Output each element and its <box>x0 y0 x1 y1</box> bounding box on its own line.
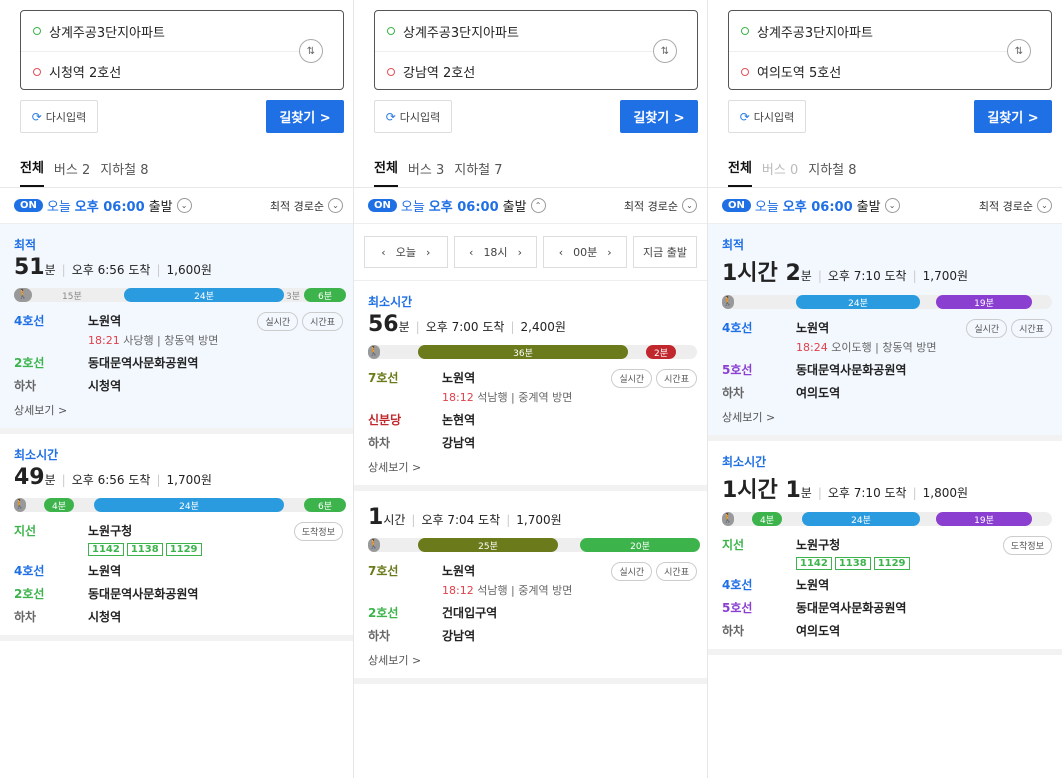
origin-dot-icon <box>33 27 41 35</box>
sort-dropdown[interactable]: 최적 경로순 ⌄ <box>624 198 697 214</box>
timetable-button[interactable]: 시간표 <box>656 369 697 388</box>
route-tabs: 전체 버스 3 지하철 7 <box>354 152 707 188</box>
origin-dot-icon <box>387 27 395 35</box>
tab-subway[interactable]: 지하철 8 <box>100 159 148 187</box>
panels: 상계주공3단지아파트 시청역 2호선 ⇅ ⟳ 다시입력 길찾기 > 전체 버스 2… <box>0 0 1062 778</box>
route-card[interactable]: 최소시간 56분 | 오후 7:00 도착 | 2,400원 🚶 36분 2분 7호선 노… <box>354 281 707 491</box>
destination-field[interactable]: 시청역 2호선 <box>21 51 299 91</box>
origin-dot-icon <box>741 27 749 35</box>
swap-icon[interactable]: ⇅ <box>1007 39 1031 63</box>
timetable-button[interactable]: 시간표 <box>1011 319 1052 338</box>
realtime-button[interactable]: 실시간 <box>611 562 653 581</box>
swap-icon[interactable]: ⇅ <box>653 39 677 63</box>
detail-link[interactable]: 상세보기 > <box>14 402 343 418</box>
tab-all[interactable]: 전체 <box>374 157 398 187</box>
minute-picker[interactable]: ‹ 00분 › <box>543 236 628 268</box>
departure-time-bar: ON 오늘 오후 06:00 출발 ⌃ 최적 경로순 ⌄ <box>354 188 707 224</box>
destination-field[interactable]: 강남역 2호선 <box>375 51 653 91</box>
route-panel-1: 상계주공3단지아파트 시청역 2호선 ⇅ ⟳ 다시입력 길찾기 > 전체 버스 2… <box>0 0 354 778</box>
search-button[interactable]: 길찾기 > <box>266 100 344 133</box>
chevron-down-icon: ⌄ <box>682 198 697 213</box>
tab-bus[interactable]: 버스 0 <box>762 159 798 187</box>
search-box: 상계주공3단지아파트 강남역 2호선 ⇅ <box>374 10 698 90</box>
search-button[interactable]: 길찾기 > <box>620 100 698 133</box>
destination-field[interactable]: 여의도역 5호선 <box>729 51 1007 91</box>
route-timeline: 🚶 25분 20분 <box>368 538 700 552</box>
sort-dropdown[interactable]: 최적 경로순 ⌄ <box>979 198 1052 214</box>
origin-field[interactable]: 상계주공3단지아파트 <box>375 11 697 51</box>
time-picker: ‹ 오늘 › ‹ 18시 › ‹ 00분 › 지금 출발 <box>354 224 707 281</box>
swap-icon[interactable]: ⇅ <box>299 39 323 63</box>
reset-button[interactable]: ⟳ 다시입력 <box>20 100 98 133</box>
tab-all[interactable]: 전체 <box>20 157 44 187</box>
route-card[interactable]: 최적 1시간 2분 | 오후 7:10 도착 | 1,700원 🚶 24분 19분 4호… <box>708 224 1062 441</box>
departure-time-bar: ON 오늘 오후 06:00 출발 ⌄ 최적 경로순 ⌄ <box>708 188 1062 224</box>
origin-field[interactable]: 상계주공3단지아파트 <box>21 11 343 51</box>
walk-icon: 🚶 <box>14 288 32 302</box>
route-card[interactable]: 최적 51분 | 오후 6:56 도착 | 1,600원 🚶 15분 24분 3분 6분… <box>0 224 353 434</box>
chevron-down-icon: ⌄ <box>328 198 343 213</box>
on-toggle[interactable]: ON <box>722 199 751 212</box>
tab-all[interactable]: 전체 <box>728 157 752 187</box>
day-picker[interactable]: ‹ 오늘 › <box>364 236 448 268</box>
search-area: 상계주공3단지아파트 강남역 2호선 ⇅ ⟳ 다시입력 길찾기 > <box>354 0 707 152</box>
detail-link[interactable]: 상세보기 > <box>722 409 1052 425</box>
route-card[interactable]: 최소시간 49분 | 오후 6:56 도착 | 1,700원 🚶 4분 24분 6분 지… <box>0 434 353 641</box>
reset-button[interactable]: ⟳ 다시입력 <box>374 100 452 133</box>
arrival-info-button[interactable]: 도착정보 <box>1002 536 1052 555</box>
route-timeline: 🚶 36분 2분 <box>368 345 697 359</box>
tab-bus[interactable]: 버스 3 <box>408 159 444 187</box>
refresh-icon: ⟳ <box>385 109 396 124</box>
route-timeline: 🚶 15분 24분 3분 6분 <box>14 288 346 302</box>
timetable-button[interactable]: 시간표 <box>656 562 697 581</box>
search-area: 상계주공3단지아파트 시청역 2호선 ⇅ ⟳ 다시입력 길찾기 > <box>0 0 353 152</box>
tab-subway[interactable]: 지하철 7 <box>454 159 502 187</box>
route-tabs: 전체 버스 2 지하철 8 <box>0 152 353 188</box>
route-panel-3: 상계주공3단지아파트 여의도역 5호선 ⇅ ⟳ 다시입력 길찾기 > 전체 버스 … <box>708 0 1062 778</box>
search-button[interactable]: 길찾기 > <box>974 100 1052 133</box>
hour-picker[interactable]: ‹ 18시 › <box>453 236 538 268</box>
route-panel-2: 상계주공3단지아파트 강남역 2호선 ⇅ ⟳ 다시입력 길찾기 > 전체 버스 3… <box>354 0 708 778</box>
tab-bus[interactable]: 버스 2 <box>54 159 90 187</box>
origin-field[interactable]: 상계주공3단지아파트 <box>729 11 1051 51</box>
route-timeline: 🚶 24분 19분 <box>722 295 1052 309</box>
chevron-down-icon[interactable]: ⌄ <box>884 198 900 213</box>
search-box: 상계주공3단지아파트 시청역 2호선 ⇅ <box>20 10 344 90</box>
route-card[interactable]: 최소시간 1시간 1분 | 오후 7:10 도착 | 1,800원 🚶 4분 24분 1… <box>708 441 1062 655</box>
chevron-down-icon: ⌄ <box>1037 198 1052 213</box>
realtime-button[interactable]: 실시간 <box>966 319 1008 338</box>
reset-button[interactable]: ⟳ 다시입력 <box>728 100 806 133</box>
search-area: 상계주공3단지아파트 여의도역 5호선 ⇅ ⟳ 다시입력 길찾기 > <box>708 0 1062 152</box>
on-toggle[interactable]: ON <box>14 199 43 212</box>
arrival-info-button[interactable]: 도착정보 <box>293 522 343 541</box>
route-timeline: 🚶 4분 24분 19분 <box>722 512 1052 526</box>
tab-subway[interactable]: 지하철 8 <box>808 159 856 187</box>
destination-dot-icon <box>741 67 749 76</box>
route-timeline: 🚶 4분 24분 6분 <box>14 498 346 512</box>
search-box: 상계주공3단지아파트 여의도역 5호선 ⇅ <box>728 10 1052 90</box>
refresh-icon: ⟳ <box>31 109 42 124</box>
timetable-button[interactable]: 시간표 <box>302 312 343 331</box>
detail-link[interactable]: 상세보기 > <box>368 652 697 668</box>
sort-dropdown[interactable]: 최적 경로순 ⌄ <box>270 198 343 214</box>
destination-dot-icon <box>387 67 395 76</box>
realtime-button[interactable]: 실시간 <box>611 369 653 388</box>
detail-link[interactable]: 상세보기 > <box>368 459 697 475</box>
departure-time-bar: ON 오늘 오후 06:00 출발 ⌄ 최적 경로순 ⌄ <box>0 188 353 224</box>
chevron-down-icon[interactable]: ⌄ <box>176 198 192 213</box>
refresh-icon: ⟳ <box>739 109 750 124</box>
depart-now-button[interactable]: 지금 출발 <box>633 236 698 268</box>
route-card[interactable]: 1시간 | 오후 7:04 도착 | 1,700원 🚶 25분 20분 7호선 노원역 시간… <box>354 491 707 684</box>
chevron-up-icon[interactable]: ⌃ <box>530 198 546 213</box>
on-toggle[interactable]: ON <box>368 199 397 212</box>
destination-dot-icon <box>33 67 41 76</box>
realtime-button[interactable]: 실시간 <box>257 312 299 331</box>
route-tabs: 전체 버스 0 지하철 8 <box>708 152 1062 188</box>
